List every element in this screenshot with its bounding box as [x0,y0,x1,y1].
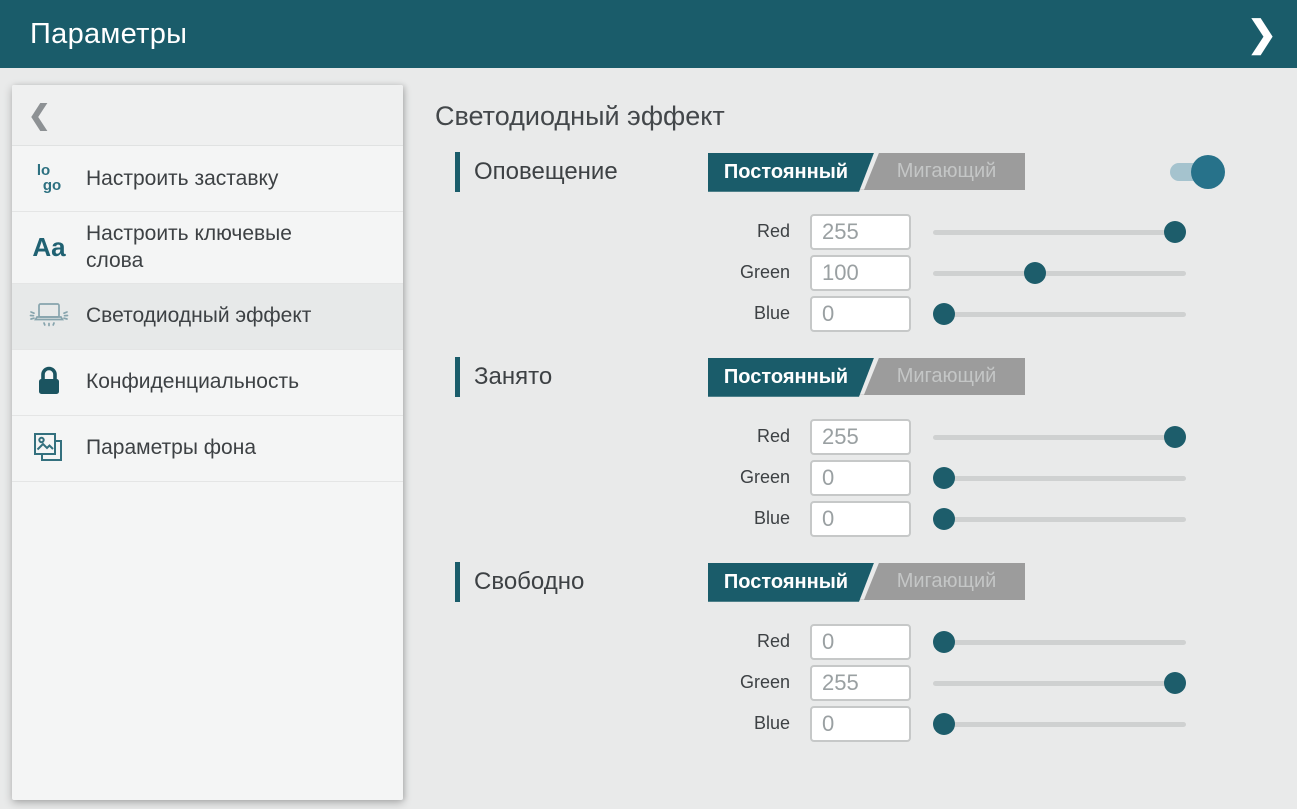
green-slider[interactable] [933,466,1186,490]
slider-handle[interactable] [1164,672,1186,694]
red-row: Red [435,624,1265,660]
alert-enabled-toggle[interactable] [1170,155,1225,189]
sidebar-back-button[interactable]: ❮ [12,85,403,146]
blue-input[interactable] [810,501,911,537]
green-row: Green [435,255,1265,291]
sidebar-item-screensaver[interactable]: lo go Настроить заставку [12,146,403,212]
green-row: Green [435,665,1265,701]
logo-icon: lo go [12,164,86,193]
images-icon [12,430,86,466]
green-input[interactable] [810,255,911,291]
app-bar: Параметры ❯ [0,0,1297,68]
sidebar-item-label: Настроить ключевые слова [86,220,321,275]
slider-track[interactable] [933,681,1186,686]
settings-sidebar: ❮ lo go Настроить заставку Aa Настроить … [12,85,403,800]
blue-row: Blue [435,296,1265,332]
accent-bar [455,357,460,397]
toggle-knob [1191,155,1225,189]
accent-bar [455,562,460,602]
slider-handle[interactable] [933,508,955,530]
chevron-left-icon: ❮ [28,102,51,129]
sidebar-item-background[interactable]: Параметры фона [12,416,403,482]
section-free: Свободно Мигающий Постоянный Red Green [435,562,1265,742]
blue-slider[interactable] [933,507,1186,531]
red-label: Red [435,631,790,652]
red-input[interactable] [810,214,911,250]
mode-segmented-control: Мигающий Постоянный [708,153,1025,190]
green-label: Green [435,467,790,488]
accent-bar [455,152,460,192]
green-input[interactable] [810,665,911,701]
slider-track[interactable] [933,230,1186,235]
red-row: Red [435,214,1265,250]
lock-icon [12,364,86,400]
mode-option-solid[interactable]: Постоянный [708,563,874,602]
blue-row: Blue [435,501,1265,537]
led-effect-panel: Светодиодный эффект Оповещение Мигающий … [435,85,1265,742]
red-slider[interactable] [933,220,1186,244]
slider-handle[interactable] [1164,426,1186,448]
red-label: Red [435,221,790,242]
green-input[interactable] [810,460,911,496]
blue-input[interactable] [810,296,911,332]
red-input[interactable] [810,624,911,660]
sidebar-item-led-effect[interactable]: Светодиодный эффект [12,284,403,350]
slider-handle[interactable] [933,467,955,489]
mode-option-solid[interactable]: Постоянный [708,358,874,397]
slider-handle[interactable] [933,713,955,735]
app-title: Параметры [30,18,187,51]
red-slider[interactable] [933,630,1186,654]
blue-row: Blue [435,706,1265,742]
sidebar-item-keywords[interactable]: Aa Настроить ключевые слова [12,212,403,284]
red-slider[interactable] [933,425,1186,449]
sidebar-item-privacy[interactable]: Конфиденциальность [12,350,403,416]
green-row: Green [435,460,1265,496]
sidebar-item-label: Конфиденциальность [86,368,299,395]
section-name: Оповещение [474,158,618,186]
slider-track[interactable] [933,640,1186,645]
mode-segmented-control: Мигающий Постоянный [708,563,1025,600]
page-title: Светодиодный эффект [435,100,1265,134]
blue-input[interactable] [810,706,911,742]
blue-slider[interactable] [933,302,1186,326]
slider-track[interactable] [933,517,1186,522]
sidebar-item-label: Светодиодный эффект [86,302,311,329]
green-slider[interactable] [933,671,1186,695]
green-slider[interactable] [933,261,1186,285]
slider-track[interactable] [933,435,1186,440]
slider-track[interactable] [933,722,1186,727]
font-aa-icon: Aa [12,234,86,260]
green-label: Green [435,672,790,693]
slider-handle[interactable] [933,303,955,325]
blue-label: Blue [435,508,790,529]
blue-label: Blue [435,303,790,324]
monitor-icon [12,299,86,333]
red-label: Red [435,426,790,447]
slider-track[interactable] [933,271,1186,276]
section-name: Занято [474,363,552,391]
section-busy: Занято Мигающий Постоянный Red Green [435,357,1265,537]
slider-handle[interactable] [1164,221,1186,243]
sidebar-item-label: Параметры фона [86,434,256,461]
green-label: Green [435,262,790,283]
slider-handle[interactable] [1024,262,1046,284]
mode-segmented-control: Мигающий Постоянный [708,358,1025,395]
slider-handle[interactable] [933,631,955,653]
section-name: Свободно [474,568,584,596]
blue-label: Blue [435,713,790,734]
slider-track[interactable] [933,476,1186,481]
blue-slider[interactable] [933,712,1186,736]
red-row: Red [435,419,1265,455]
section-alert: Оповещение Мигающий Постоянный Red [435,152,1265,332]
slider-track[interactable] [933,312,1186,317]
sidebar-item-label: Настроить заставку [86,165,278,192]
chevron-right-icon[interactable]: ❯ [1239,12,1285,56]
red-input[interactable] [810,419,911,455]
mode-option-solid[interactable]: Постоянный [708,153,874,192]
